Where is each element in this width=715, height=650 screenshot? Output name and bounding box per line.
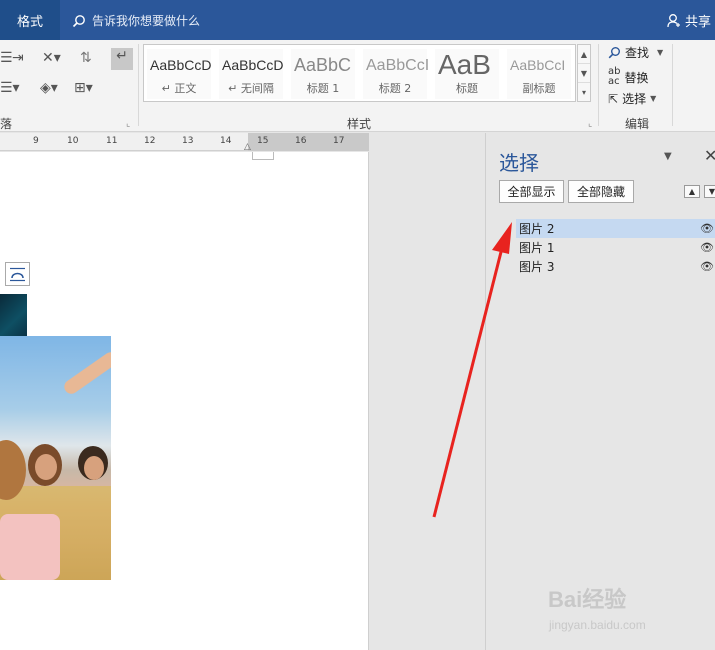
watermark-url: jingyan.baidu.com	[549, 618, 646, 632]
watermark-logo: Bai经验	[548, 587, 627, 612]
word-window: 格式 告诉我你想要做什么 共享 ☰ ⇥ ✕▾ ⇅ ↵ ☰▾ ◈▾ ⊞▾ 落 ⌞ …	[0, 0, 715, 650]
annotation-arrow	[432, 222, 512, 518]
